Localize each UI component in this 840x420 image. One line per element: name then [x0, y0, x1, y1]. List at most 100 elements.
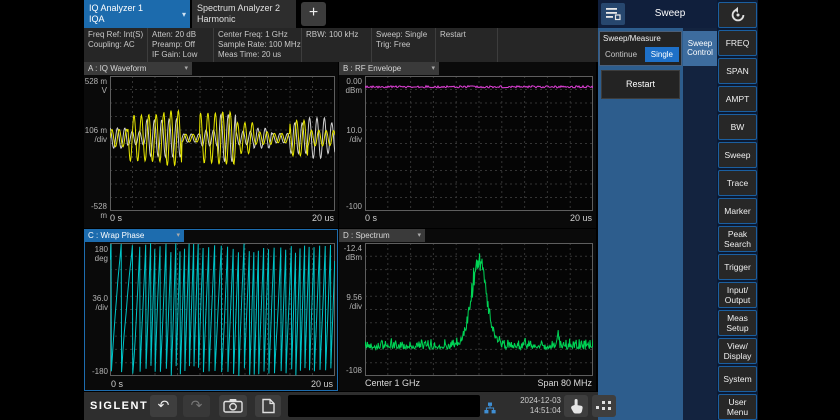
softkey-sweep[interactable]: Sweep: [718, 142, 757, 168]
panel-title: A : IQ Waveform: [88, 64, 146, 73]
y-axis-bottom-label: -180: [85, 367, 108, 376]
softkey-column: FREQSPANAMPTBWSweepTraceMarkerPeak Searc…: [717, 0, 758, 420]
menu-tab-strip: [683, 28, 717, 420]
softkey-trace[interactable]: Trace: [718, 170, 757, 196]
sweep-menu-panel: Sweep Sweep/Measure Continue Single Swee…: [598, 0, 717, 420]
info-group[interactable]: Restart: [436, 28, 498, 62]
network-icon: [484, 401, 496, 419]
sweep-control-tab[interactable]: Sweep Control: [683, 31, 717, 66]
redo-icon: ↷: [191, 397, 203, 413]
panel-iq-waveform: ▾A : IQ Waveform 528 m V 106 m /div -528…: [84, 62, 338, 228]
panel-a-header[interactable]: ▾ A : IQ Waveform: [84, 62, 192, 75]
tab-subtitle: Harmonic: [197, 14, 291, 25]
add-tab-button[interactable]: +: [301, 2, 326, 26]
y-axis-top-label: 528 m: [84, 77, 107, 86]
plot-spectrum[interactable]: [365, 243, 593, 376]
info-group[interactable]: RBW: 100 kHz: [302, 28, 372, 62]
y-axis-div-unit: /div: [339, 135, 362, 144]
menu-list-icon[interactable]: [601, 3, 625, 25]
y-axis-div-unit: /div: [339, 302, 362, 311]
info-group[interactable]: Freq Ref: Int(S)Coupling: AC: [84, 28, 148, 62]
tab-spectrum-analyzer[interactable]: Spectrum Analyzer 2 Harmonic: [192, 0, 296, 28]
info-line: Center Freq: 1 GHz: [218, 30, 297, 40]
x-axis-end-label: 20 us: [312, 213, 334, 223]
y-axis-div-label: 106 m: [84, 126, 107, 135]
info-line: Coupling: AC: [88, 40, 143, 50]
panel-wrap-phase-selected: ▾C : Wrap Phase 180 deg 36.0 /div -180 0…: [84, 229, 338, 391]
date: 2024-12-03: [497, 396, 561, 406]
clock: 2024-12-03 14:51:04: [497, 396, 561, 416]
menu-header: Sweep: [598, 0, 717, 28]
bottom-toolbar: SIGLENT ↶ ↷ 2024-12-03: [84, 392, 598, 420]
info-group[interactable]: Center Freq: 1 GHzSample Rate: 100 MHzMe…: [214, 28, 302, 62]
panel-title: B : RF Envelope: [343, 64, 401, 73]
screenshot-button[interactable]: [219, 395, 247, 417]
panel-title: D : Spectrum: [343, 231, 390, 240]
softkey-peak-search[interactable]: Peak Search: [718, 226, 757, 252]
softkey-view-display[interactable]: View/ Display: [718, 338, 757, 364]
info-line: Trig: Free: [376, 40, 431, 50]
undo-button[interactable]: ↶: [150, 395, 177, 417]
softkey-trigger[interactable]: Trigger: [718, 254, 757, 280]
status-info-bar: Freq Ref: Int(S)Coupling: ACAtten: 20 dB…: [84, 28, 598, 62]
panel-b-header[interactable]: ▾ B : RF Envelope: [339, 62, 439, 75]
camera-icon: [223, 398, 243, 413]
restart-button[interactable]: Restart: [601, 70, 680, 99]
chevron-down-icon: ▾: [184, 62, 188, 75]
softkey-span[interactable]: SPAN: [718, 58, 757, 84]
plot-wrap-phase[interactable]: [110, 243, 335, 376]
info-group[interactable]: Sweep: SingleTrig: Free: [372, 28, 436, 62]
plot-canvas: [365, 243, 593, 376]
softkey-system[interactable]: System: [718, 366, 757, 392]
file-icon: [261, 398, 276, 414]
file-button[interactable]: [255, 395, 281, 417]
panel-rf-envelope: ▾B : RF Envelope 0.00 dBm 10.0 /div -100…: [339, 62, 596, 228]
redo-button[interactable]: ↷: [183, 395, 210, 417]
x-axis-start-label: 0 s: [365, 213, 377, 223]
chevron-down-icon: ▾: [176, 229, 180, 242]
info-line: IF Gain: Low: [152, 50, 209, 60]
undo-icon: ↶: [158, 397, 170, 413]
softkey-marker[interactable]: Marker: [718, 198, 757, 224]
tab-title: IQ Analyzer 1: [89, 3, 185, 14]
tab-iq-analyzer[interactable]: IQ Analyzer 1 IQA ▾: [84, 0, 190, 28]
panel-c-header[interactable]: ▾C : Wrap Phase: [84, 229, 184, 242]
softkey-input-output[interactable]: Input/ Output: [718, 282, 757, 308]
instrument-screen: IQ Analyzer 1 IQA ▾ Spectrum Analyzer 2 …: [0, 0, 840, 420]
y-axis-bottom-label: -100: [339, 202, 362, 211]
softkey-meas-setup[interactable]: Meas Setup: [718, 310, 757, 336]
y-axis-top-label: 180: [85, 245, 108, 254]
preset-icon: [729, 6, 747, 24]
touch-pointer-icon: [569, 398, 583, 414]
chevron-down-icon: ▾: [431, 62, 435, 75]
tab-subtitle: IQA: [89, 14, 185, 25]
apps-dots-icon: [595, 398, 613, 412]
info-line: Restart: [440, 30, 493, 40]
info-line: Preamp: Off: [152, 40, 209, 50]
plot-iq-waveform[interactable]: [110, 76, 335, 211]
touch-mode-button[interactable]: [564, 395, 588, 417]
softkey-freq[interactable]: FREQ: [718, 30, 757, 56]
x-axis-start-label: 0 s: [111, 379, 123, 389]
y-axis-bottom-label: -528 m: [84, 202, 107, 220]
info-line: Meas Time: 20 us: [218, 50, 297, 60]
single-option-selected[interactable]: Single: [645, 47, 679, 62]
continue-option[interactable]: Continue: [602, 48, 640, 61]
plot-canvas: [110, 243, 335, 376]
y-axis-top-label: 0.00: [339, 77, 362, 86]
y-axis-div-label: 10.0: [339, 126, 362, 135]
y-axis-unit: deg: [85, 254, 108, 263]
info-line: Sweep: Single: [376, 30, 431, 40]
plot-rf-envelope[interactable]: [365, 76, 593, 211]
brand-logo: SIGLENT: [90, 400, 148, 412]
info-group[interactable]: Atten: 20 dBPreamp: OffIF Gain: Low: [148, 28, 214, 62]
softkey-bw[interactable]: BW: [718, 114, 757, 140]
panel-d-header[interactable]: ▾D : Spectrum: [339, 229, 425, 242]
info-line: Atten: 20 dB: [152, 30, 209, 40]
preset-icon-button[interactable]: [718, 2, 757, 28]
y-axis-div-unit: /div: [84, 135, 107, 144]
apps-grid-button[interactable]: [592, 395, 616, 417]
y-axis-div-label: 9.56: [339, 293, 362, 302]
softkey-ampt[interactable]: AMPT: [718, 86, 757, 112]
softkey-user-menu[interactable]: User Menu: [718, 394, 757, 420]
